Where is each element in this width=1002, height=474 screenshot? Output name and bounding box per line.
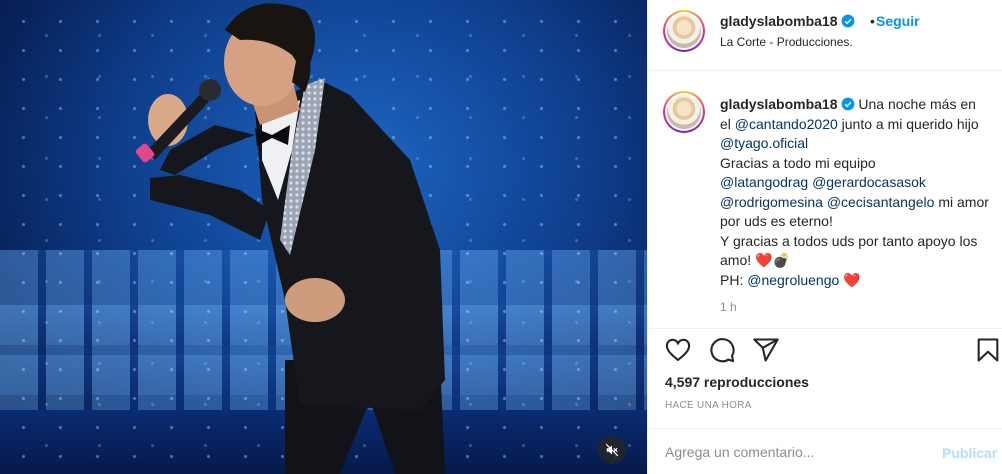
caption-username[interactable]: gladyslabomba18: [720, 96, 838, 112]
speaker-muted-icon: [605, 443, 619, 457]
caption-text-segment: junto a mi querido hijo: [837, 115, 979, 132]
caption-mention[interactable]: @negroluengo: [747, 272, 839, 288]
share-icon[interactable]: [752, 336, 780, 364]
post-timestamp[interactable]: HACE UNA HORA: [665, 400, 752, 411]
avatar[interactable]: [663, 10, 705, 52]
caption-text-segment: PH:: [720, 271, 748, 288]
post-header: gladyslabomba18 • Seguir La Corte - Prod…: [648, 0, 1002, 71]
header-username[interactable]: gladyslabomba18: [720, 13, 855, 29]
caption-mention[interactable]: @latangodrag: [720, 174, 808, 190]
username-text[interactable]: gladyslabomba18: [720, 13, 838, 29]
caption-mention[interactable]: @rodrigomesina: [720, 194, 823, 210]
post-media-video[interactable]: [0, 0, 647, 474]
avatar[interactable]: [663, 91, 705, 133]
comment-icon[interactable]: [708, 336, 736, 364]
caption-timestamp[interactable]: 1 h: [720, 300, 737, 314]
bomb-emoji: 💣: [772, 252, 790, 268]
caption-text: gladyslabomba18 Una noche más en el @can…: [720, 95, 990, 290]
action-bar: [648, 330, 1002, 370]
caption-text-segment: Gracias a todo mi equipo: [720, 154, 876, 171]
red-heart-emoji: ❤️: [755, 252, 773, 268]
profile-photo: [667, 14, 701, 48]
red-heart-emoji: ❤️: [843, 271, 861, 288]
caption-mention[interactable]: @cantando2020: [735, 116, 838, 132]
caption-mention[interactable]: @tyago.oficial: [720, 135, 808, 151]
post-caption: gladyslabomba18 Una noche más en el @can…: [648, 71, 1002, 329]
post-location[interactable]: La Corte - Producciones.: [720, 35, 853, 49]
post-details-panel: gladyslabomba18 • Seguir La Corte - Prod…: [647, 0, 1002, 474]
separator-dot: •: [870, 13, 875, 29]
verified-badge-icon: [841, 97, 854, 111]
follow-button[interactable]: Seguir: [876, 13, 920, 29]
singer-figure: [135, 3, 445, 474]
heart-icon[interactable]: [664, 336, 692, 364]
bookmark-icon[interactable]: [974, 336, 1002, 364]
caption-body: Una noche más en el @cantando2020 junto …: [720, 96, 989, 288]
verified-badge-icon: [841, 14, 854, 28]
caption-mention[interactable]: @gerardocasasok: [812, 174, 926, 190]
comment-bar: Publicar: [648, 428, 1002, 474]
publish-button[interactable]: Publicar: [942, 445, 997, 461]
profile-photo: [667, 95, 701, 129]
caption-mention[interactable]: @cecisantangelo: [827, 194, 935, 210]
mute-button[interactable]: [598, 436, 626, 464]
comment-input[interactable]: [665, 441, 925, 463]
view-count[interactable]: 4,597 reproducciones: [665, 374, 809, 390]
